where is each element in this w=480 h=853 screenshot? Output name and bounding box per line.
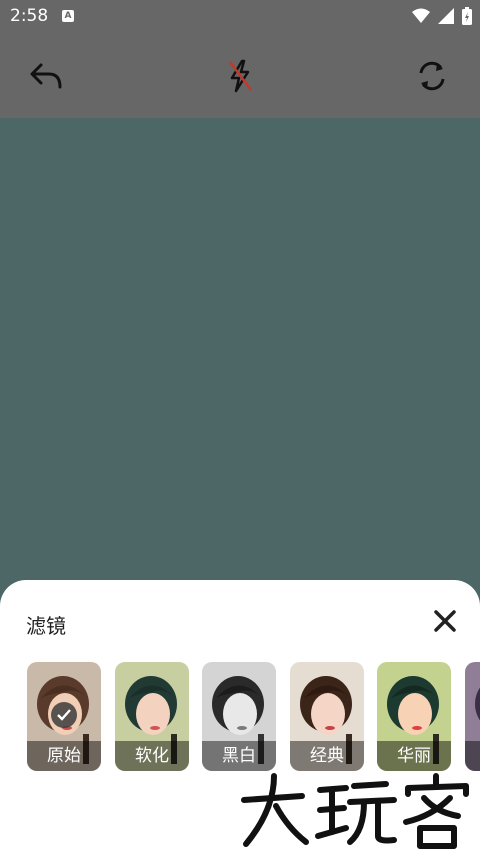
- filter-item-original[interactable]: 原始: [27, 662, 101, 771]
- camera-preview[interactable]: [0, 118, 480, 588]
- filter-label: 黑白: [202, 741, 276, 771]
- filter-thumbnail: [465, 662, 480, 771]
- close-icon: [434, 610, 456, 632]
- wifi-icon: [412, 8, 430, 23]
- check-icon: [57, 709, 71, 721]
- signal-icon: [438, 8, 454, 24]
- battery-icon: [462, 7, 472, 25]
- filter-label: 原始: [27, 741, 101, 771]
- watermark-logo: [241, 773, 469, 849]
- filter-item-classic[interactable]: 经典: [290, 662, 364, 771]
- filter-sheet: 滤镜 原始 软化 黑白 经典 华丽: [0, 580, 480, 853]
- filter-label: 华丽: [377, 741, 451, 771]
- switch-camera-icon: [419, 61, 445, 91]
- selected-badge: [51, 702, 77, 728]
- camera-toolbar: [0, 32, 480, 118]
- undo-button[interactable]: [26, 56, 66, 96]
- filter-sheet-title: 滤镜: [26, 614, 66, 638]
- filter-list: 原始 软化 黑白 经典 华丽: [27, 662, 480, 772]
- a-icon: A: [62, 10, 74, 22]
- filter-label: 软化: [115, 741, 189, 771]
- status-time: 2:58: [10, 6, 49, 26]
- filter-item-gorgeous[interactable]: 华丽: [377, 662, 451, 771]
- filter-item-soften[interactable]: 软化: [115, 662, 189, 771]
- flash-toggle-button[interactable]: [220, 56, 260, 96]
- filter-item-black-white[interactable]: 黑白: [202, 662, 276, 771]
- filter-label: 经典: [290, 741, 364, 771]
- filter-item-partial[interactable]: [465, 662, 480, 771]
- switch-camera-button[interactable]: [412, 56, 452, 96]
- undo-icon: [30, 63, 62, 89]
- status-bar: 2:58 A: [0, 0, 480, 32]
- close-button[interactable]: [432, 608, 458, 634]
- status-icons: [412, 7, 472, 25]
- flash-off-icon: [229, 59, 252, 93]
